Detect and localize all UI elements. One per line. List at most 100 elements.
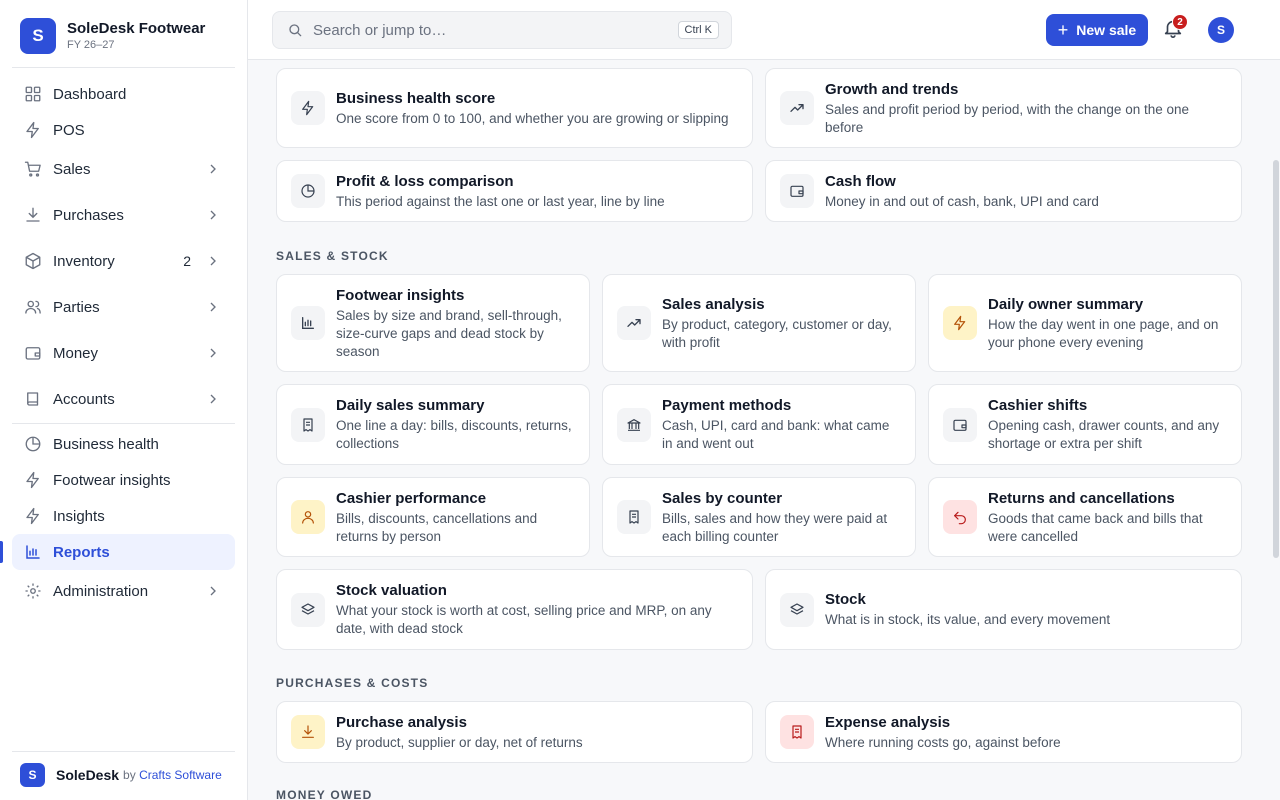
sidebar-item-accounts[interactable]: Accounts — [12, 381, 235, 417]
report-card-cashier-performance[interactable]: Cashier performance Bills, discounts, can… — [276, 477, 590, 557]
card-title: Footwear insights — [336, 286, 465, 304]
fiscal-year: FY 26–27 — [67, 39, 115, 51]
chevron-right-icon — [205, 583, 221, 599]
sidebar-item-business-health[interactable]: Business health — [12, 426, 235, 462]
card-title: Cashier performance — [336, 489, 487, 507]
chevron-right-icon — [205, 345, 221, 361]
sidebar-item-sales[interactable]: Sales — [12, 151, 235, 187]
book-icon — [24, 390, 42, 408]
report-card-expense-analysis[interactable]: Expense analysis Where running costs go, … — [765, 701, 1242, 763]
sidebar-item-label: Insights — [53, 507, 105, 525]
sidebar-item-pos[interactable]: POS — [12, 112, 235, 148]
wallet-icon — [943, 407, 977, 442]
pie-icon — [24, 435, 42, 453]
scrollbar-thumb[interactable] — [1273, 160, 1279, 558]
sidebar-item-label: Business health — [53, 435, 159, 453]
chevron-right-icon — [205, 207, 221, 223]
report-card-business-health[interactable]: Business health score One score from 0 to… — [276, 68, 753, 148]
report-card-daily-owner-summary[interactable]: Daily owner summary How the day went in o… — [928, 274, 1242, 372]
report-card-daily-sales-summary[interactable]: Daily sales summary One line a day: bills… — [276, 384, 590, 465]
card-title: Daily owner summary — [988, 295, 1144, 313]
pie-icon — [291, 174, 325, 208]
sidebar-item-label: Sales — [53, 160, 91, 178]
report-card-stock[interactable]: Stock What is in stock, its value, and ev… — [765, 569, 1242, 650]
card-title: Returns and cancellations — [988, 489, 1175, 507]
sidebar-item-reports[interactable]: Reports — [12, 534, 235, 570]
trend-up-icon — [617, 306, 651, 340]
sidebar-item-purchases[interactable]: Purchases — [12, 197, 235, 233]
sidebar: S SoleDesk Footwear FY 26–27 Dashboard P… — [0, 0, 248, 800]
report-card-purchase-analysis[interactable]: Purchase analysis By product, supplier or… — [276, 701, 753, 763]
footer-by-text: by — [123, 768, 136, 782]
sidebar-item-money[interactable]: Money — [12, 335, 235, 371]
card-title: Expense analysis — [825, 713, 951, 731]
report-card-payment-methods[interactable]: Payment methods Cash, UPI, card and bank:… — [602, 384, 916, 465]
active-indicator — [0, 541, 3, 563]
card-description: What your stock is worth at cost, sellin… — [336, 603, 712, 636]
vendor-link[interactable]: Crafts Software — [139, 768, 222, 782]
report-card-stock-valuation[interactable]: Stock valuation What your stock is worth … — [276, 569, 753, 650]
card-title: Profit & loss comparison — [336, 172, 514, 190]
card-description: Money in and out of cash, bank, UPI and … — [825, 193, 1099, 209]
report-card-sales-by-counter[interactable]: Sales by counter Bills, sales and how the… — [602, 477, 916, 557]
chevron-right-icon — [205, 299, 221, 315]
search-placeholder: Search or jump to… — [313, 21, 447, 39]
report-card-growth-trends[interactable]: Growth and trends Sales and profit period… — [765, 68, 1242, 148]
card-title: Growth and trends — [825, 80, 959, 98]
search-input[interactable]: Search or jump to… Ctrl K — [272, 11, 732, 49]
section-title-purchases-costs: PURCHASES & COSTS — [276, 676, 429, 690]
trend-up-icon — [780, 91, 814, 125]
sidebar-item-insights[interactable]: Insights — [12, 498, 235, 534]
report-card-footwear-insights[interactable]: Footwear insights Sales by size and brand… — [276, 274, 590, 372]
sidebar-item-label: Inventory — [53, 252, 115, 270]
bolt-icon — [24, 121, 42, 139]
top-bar: Search or jump to… Ctrl K + New sale 2 S — [248, 0, 1280, 60]
receipt-icon — [617, 500, 651, 534]
report-card-cashier-shifts[interactable]: Cashier shifts Opening cash, drawer count… — [928, 384, 1242, 465]
card-description: This period against the last one or last… — [336, 193, 665, 209]
card-title: Cashier shifts — [988, 397, 1088, 414]
sidebar-item-label: Administration — [53, 582, 149, 600]
grid-icon — [24, 85, 42, 103]
keyboard-shortcut: Ctrl K — [677, 21, 719, 39]
avatar[interactable]: S — [1208, 17, 1234, 43]
report-card-cash-flow[interactable]: Cash flow Money in and out of cash, bank,… — [765, 160, 1242, 222]
sidebar-item-label: Purchases — [53, 206, 124, 224]
brand[interactable]: S SoleDesk Footwear FY 26–27 — [20, 18, 205, 54]
card-description: Sales and profit period by period, with … — [825, 101, 1189, 135]
gear-icon — [24, 582, 42, 600]
report-card-sales-analysis[interactable]: Sales analysis By product, category, cust… — [602, 274, 916, 372]
report-card-pnl-comparison[interactable]: Profit & loss comparison This period agai… — [276, 160, 753, 222]
inventory-count-badge: 2 — [183, 253, 191, 269]
section-title-money-owed: MONEY OWED — [276, 788, 373, 800]
card-description: By product, supplier or day, net of retu… — [336, 734, 583, 750]
scrollbar[interactable] — [1272, 60, 1280, 800]
layers-icon — [780, 592, 814, 627]
download-icon — [291, 715, 325, 749]
card-title: Purchase analysis — [336, 713, 467, 731]
card-description: One score from 0 to 100, and whether you… — [336, 110, 729, 126]
new-sale-label: New sale — [1076, 22, 1137, 38]
sidebar-item-footwear-insights[interactable]: Footwear insights — [12, 462, 235, 498]
brand-logo: S — [20, 18, 56, 54]
sidebar-item-administration[interactable]: Administration — [12, 573, 235, 609]
users-icon — [24, 298, 42, 316]
new-sale-button[interactable]: + New sale — [1046, 14, 1148, 46]
report-card-returns-cancellations[interactable]: Returns and cancellations Goods that came… — [928, 477, 1242, 557]
sidebar-item-label: Money — [53, 344, 99, 362]
chevron-right-icon — [205, 391, 221, 407]
footer-product-name: SoleDesk — [56, 767, 120, 783]
card-description: Bills, discounts, cancellations and retu… — [336, 510, 538, 544]
divider — [12, 67, 235, 68]
sidebar-item-label: Accounts — [53, 390, 115, 408]
plus-icon: + — [1057, 20, 1069, 40]
footer-logo: S — [20, 763, 45, 787]
card-title: Sales by counter — [662, 489, 783, 507]
sidebar-item-dashboard[interactable]: Dashboard — [12, 76, 235, 112]
sidebar-item-label: Dashboard — [53, 85, 127, 103]
card-description: One line a day: bills, discounts, return… — [336, 418, 572, 451]
sidebar-item-inventory[interactable]: Inventory 2 — [12, 243, 235, 279]
notification-badge: 2 — [1172, 14, 1188, 30]
card-title: Cash flow — [825, 172, 896, 190]
sidebar-item-parties[interactable]: Parties — [12, 289, 235, 325]
